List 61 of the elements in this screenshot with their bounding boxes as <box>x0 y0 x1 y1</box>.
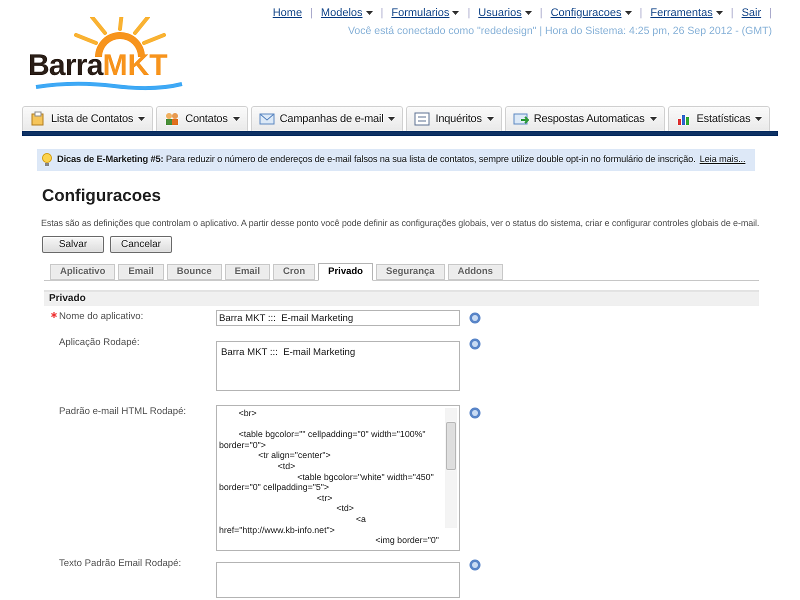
caret-icon <box>650 117 657 121</box>
nav-link[interactable]: Modelos <box>312 5 380 22</box>
page-description: Estas são as definições que controlam o aplicativo. A partir desse ponto você pode definir as configurações globais, ver o status do sistema, criar e configurar controles globais de e-mail. <box>41 216 760 230</box>
envelope-icon <box>258 111 275 127</box>
field-label: Aplicação Rodapé: <box>59 336 140 350</box>
separator: | <box>380 6 384 21</box>
settings-tab[interactable]: Email <box>224 264 270 280</box>
caret-icon <box>232 117 240 121</box>
help-icon[interactable] <box>469 407 481 419</box>
settings-tab[interactable]: Email <box>118 264 164 280</box>
settings-tab[interactable]: Addons <box>448 264 503 280</box>
caret-icon <box>388 117 396 121</box>
separator: | <box>640 6 642 21</box>
separator: | <box>769 6 772 21</box>
scrollbar[interactable] <box>445 408 457 528</box>
settings-tab[interactable]: Cron <box>272 264 316 280</box>
help-icon[interactable] <box>469 558 481 571</box>
settings-tab[interactable]: Aplicativo <box>50 264 116 280</box>
field-label: Texto Padrão Email Rodapé: <box>59 556 182 571</box>
section-header: Privado <box>44 290 759 306</box>
nav-link[interactable]: Formularios <box>383 5 468 22</box>
settings-tab[interactable]: Segurança <box>376 264 445 280</box>
status-text: Você está conectado como "rededesign" | Hora do Sistema: 4:25 pm, 26 Sep 2012 - (GMT) <box>348 24 772 38</box>
logo: BarraMKT <box>28 17 188 99</box>
settings-tab[interactable]: Privado <box>318 263 373 281</box>
people-icon <box>164 111 180 127</box>
field-label: Nome do aplicativo: <box>59 310 144 324</box>
code-text: <br> <table bgcolor="" cellpadding="0" width="100%" border="0"> <tr align="center"> <td> <table bgcolor="white" width="450" border="0" cellpadding="5"> <tr> <td> <a href="http://www.kb-info.net"> <img border="0" <box>218 407 440 546</box>
nav-link[interactable]: Usuarios <box>470 5 540 22</box>
form-button[interactable]: Cancelar <box>110 236 172 253</box>
folder-icon <box>30 111 46 127</box>
caret-icon <box>138 117 146 121</box>
menu-tab[interactable]: Campanhas de e-mail <box>250 106 404 131</box>
menu-tab[interactable]: Contatos <box>156 106 248 131</box>
text-input[interactable]: Barra MKT ::: E-mail Marketing <box>216 310 460 326</box>
page-title: Configuracoes <box>42 185 162 207</box>
read-more-link[interactable]: Leia mais... <box>700 153 746 167</box>
settings-tab[interactable]: Bounce <box>166 264 222 280</box>
caret-icon <box>486 117 494 121</box>
nav-link[interactable]: Sair <box>734 5 770 22</box>
help-icon[interactable] <box>469 312 481 324</box>
form-icon <box>414 111 430 127</box>
menu-tab[interactable]: Respostas Automaticas <box>504 106 665 131</box>
text-area[interactable]: Barra MKT ::: E-mail Marketing <box>216 341 460 391</box>
tip-text: Dicas de E-Marketing #5: Para reduzir o número de endereços de e-mail falsos na sua lista de contatos, sempre utilize double opt-in no formulário de inscrição. <box>57 153 696 166</box>
nav-link[interactable]: Ferramentas <box>642 5 731 22</box>
form-button[interactable]: Salvar <box>42 236 104 253</box>
separator: | <box>310 6 313 21</box>
field-label: Padrão e-mail HTML Rodapé: <box>59 405 186 419</box>
menu-tab[interactable]: Lista de Contatos <box>22 106 154 131</box>
menu-tab[interactable]: Inquéritos <box>406 106 502 131</box>
menu-tab[interactable]: Estatísticas <box>668 106 770 131</box>
separator: | <box>467 6 470 21</box>
lightbulb-icon <box>41 153 53 167</box>
nav-link[interactable]: Configuracoes <box>542 5 640 22</box>
help-icon[interactable] <box>469 338 481 350</box>
separator: | <box>540 6 543 21</box>
separator: | <box>730 6 734 21</box>
caret-icon <box>755 117 762 121</box>
nav-link[interactable]: Home <box>264 5 310 22</box>
text-area[interactable] <box>216 562 460 598</box>
